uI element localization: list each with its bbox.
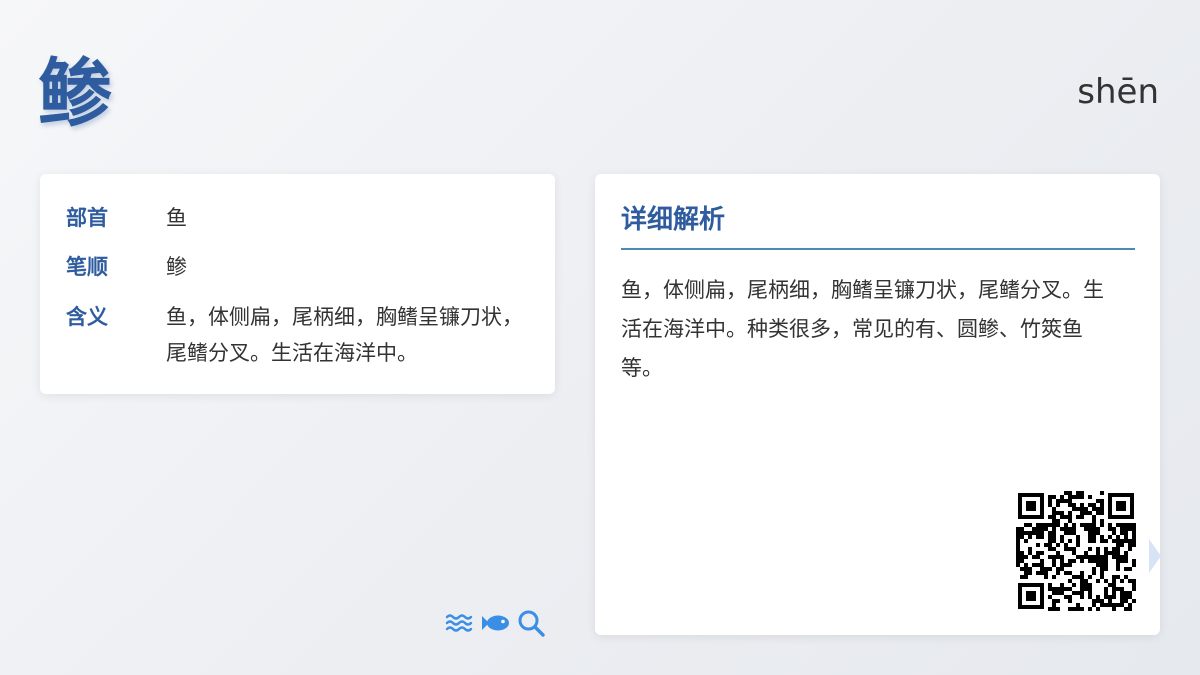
character-heading: 鲹 (38, 51, 112, 137)
detail-card: 详细解析 鱼，体侧扁，尾柄细，胸鳍呈镰刀状，尾鳍分叉。生活在海洋中。种类很多，常… (595, 174, 1160, 635)
meaning-label: 含义 (66, 304, 108, 329)
radical-value: 鱼 (166, 206, 187, 230)
waves-icon[interactable] (444, 608, 474, 638)
fish-icon[interactable] (480, 608, 510, 638)
meaning-row: 含义 鱼，体侧扁，尾柄细，胸鳍呈镰刀状，尾鳍分叉。生活在海洋中。 (66, 299, 536, 371)
next-arrow-icon[interactable] (1148, 538, 1162, 574)
info-card: 部首 鱼 笔顺 鲹 含义 鱼，体侧扁，尾柄细，胸鳍呈镰刀状，尾鳍分叉。生活在海洋… (40, 174, 555, 394)
search-icon[interactable] (516, 608, 546, 638)
pinyin-label: shēn (1077, 72, 1159, 112)
qr-code[interactable] (1016, 491, 1136, 611)
stroke-value: 鲹 (166, 255, 187, 279)
stroke-label: 笔顺 (66, 254, 108, 279)
detail-title: 详细解析 (621, 200, 1135, 250)
radical-row: 部首 鱼 (66, 200, 536, 236)
icon-toolbar (444, 608, 550, 638)
meaning-value: 鱼，体侧扁，尾柄细，胸鳍呈镰刀状，尾鳍分叉。生活在海洋中。 (166, 305, 523, 365)
radical-label: 部首 (66, 205, 108, 230)
stroke-row: 笔顺 鲹 (66, 249, 536, 285)
detail-text: 鱼，体侧扁，尾柄细，胸鳍呈镰刀状，尾鳍分叉。生活在海洋中。种类很多，常见的有、圆… (621, 278, 1104, 380)
